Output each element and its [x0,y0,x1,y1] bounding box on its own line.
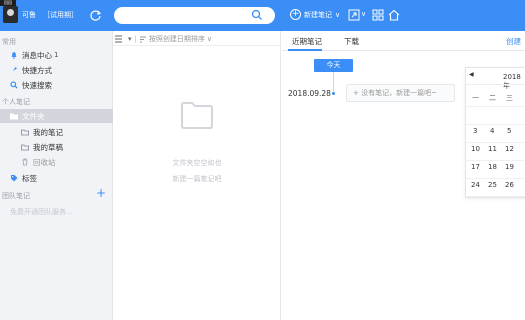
search-dropdown-icon[interactable]: ∨ [264,9,270,18]
folder-icon [10,113,18,120]
timeline-date: 2018.09.28 [288,89,331,98]
sidebar-item-label: 回收站 [33,157,56,167]
home-icon[interactable] [388,9,400,21]
empty-hint: 新建一篇笔记吧 [172,175,222,183]
active-tab-indicator [288,49,322,51]
weekday-label: 一 [472,94,479,102]
rocket-icon [11,67,17,73]
tag-icon [11,175,18,182]
new-note-label: 新建笔记 [304,10,332,19]
sidebar-item-label: 标签 [22,173,37,183]
calendar-day[interactable]: 10 [471,145,480,153]
sidebar-item-label: 我的笔记 [33,127,63,137]
create-link[interactable]: 创建 [506,36,521,47]
sidebar-item-folder[interactable]: 文件夹 [0,109,113,123]
divider [113,45,281,46]
message-count-badge: 1 [54,51,59,59]
divider [466,106,525,107]
calendar-day[interactable]: 11 [488,145,497,153]
empty-folder-icon [181,102,213,129]
trial-badge[interactable]: ［试用期］ [43,10,78,20]
sidebar-item-my-drafts[interactable]: 我的草稿 [0,140,113,154]
note-list-panel: ▾ | 按照创建日期排序 ∨ 文件夹空空如也 新建一篇笔记吧 [113,31,281,320]
sidebar-item-label: 快速搜索 [22,80,52,90]
calendar-day[interactable]: 4 [490,127,494,135]
calendar-day[interactable]: 18 [488,163,497,171]
add-team-button[interactable]: + [96,187,106,199]
avatar[interactable] [3,6,18,23]
folder-icon [21,144,29,151]
sidebar-item-label: 文件夹 [22,111,45,121]
timeline-dot [332,92,335,95]
search-icon [10,81,18,89]
calendar-day[interactable]: 3 [473,127,477,135]
new-note-button[interactable]: + 新建笔记 ∨ [290,9,340,20]
section-team: 团队笔记 [2,192,30,200]
divider [466,142,525,143]
grid-icon[interactable] [372,9,384,21]
divider [466,196,525,197]
sync-icon[interactable] [89,9,102,22]
new-note-prompt-text: 没有笔记，新建一篇吧~ [361,89,437,97]
sidebar-item-tags[interactable]: 标签 [0,171,113,185]
calendar: ◀ 2018年 一 二 三 3 4 5 10 11 12 17 18 19 24… [465,67,525,198]
sort-icon [139,36,146,43]
today-button[interactable]: 今天 [314,59,353,72]
sidebar-item-label: 快捷方式 [22,65,52,75]
team-service-hint[interactable]: 免费开通团队服务... [10,207,73,217]
bell-icon [11,52,17,59]
weekday-label: 三 [506,94,513,102]
sidebar-item-messages[interactable]: 消息中心 1 [0,48,113,62]
empty-message: 文件夹空空如也 [172,159,222,167]
sidebar-item-my-notes[interactable]: 我的笔记 [0,125,113,139]
new-note-prompt[interactable]: + 没有笔记，新建一篇吧~ [346,84,455,102]
divider [466,124,525,125]
trash-icon [22,158,28,166]
calendar-day[interactable]: 5 [507,127,511,135]
calendar-title[interactable]: 2018年 [503,73,525,91]
timeline-line [333,72,334,92]
calendar-day[interactable]: 17 [471,163,480,171]
plus-icon: + [353,89,362,97]
calendar-day[interactable]: 25 [488,181,497,189]
section-personal: 个人笔记 [2,98,30,106]
sort-control[interactable]: ▾ | 按照创建日期排序 ∨ [115,34,212,44]
add-circle-icon: + [290,9,301,20]
username[interactable]: 可鲁 [22,10,36,20]
chevron-down-icon[interactable]: ∨ [335,11,340,19]
sidebar: 常用 消息中心 1 快捷方式 快速搜索 个人笔记 文件夹 我的笔记 我的草稿 回… [0,31,113,320]
avatar-tag: 回回 [0,0,16,6]
chevron-down-icon[interactable]: ▾ [128,35,132,43]
sidebar-item-trash[interactable]: 回收站 [0,155,113,169]
calendar-day[interactable]: 12 [505,145,514,153]
expand-icon[interactable] [348,9,360,21]
prev-month-icon[interactable]: ◀ [469,71,474,78]
calendar-day[interactable]: 19 [505,163,514,171]
divider [466,160,525,161]
sort-label[interactable]: 按照创建日期排序 [149,34,205,44]
divider: | [134,35,137,43]
tab-download[interactable]: 下载 [344,36,359,47]
list-view-icon[interactable] [115,35,125,43]
top-bar: 回回 可鲁 ［试用期］ ∨ + 新建笔记 ∨ ∨ [0,0,525,31]
sidebar-item-quick-search[interactable]: 快速搜索 [0,78,113,92]
search-icon[interactable] [251,8,263,22]
section-common: 常用 [2,38,16,46]
calendar-day[interactable]: 24 [471,181,480,189]
sidebar-item-shortcuts[interactable]: 快捷方式 [0,63,113,77]
sidebar-item-label: 消息中心 [22,50,52,60]
main-panel: 近期笔记 下载 创建 今天 2018.09.28 + 没有笔记，新建一篇吧~ ◀… [282,31,525,320]
calendar-day[interactable]: 26 [505,181,514,189]
folder-icon [21,129,29,136]
divider [466,84,525,85]
divider [466,178,525,179]
weekday-label: 二 [489,94,496,102]
tab-recent-notes[interactable]: 近期笔记 [292,36,322,47]
chevron-down-icon[interactable]: ∨ [207,35,212,43]
sidebar-item-label: 我的草稿 [33,142,63,152]
